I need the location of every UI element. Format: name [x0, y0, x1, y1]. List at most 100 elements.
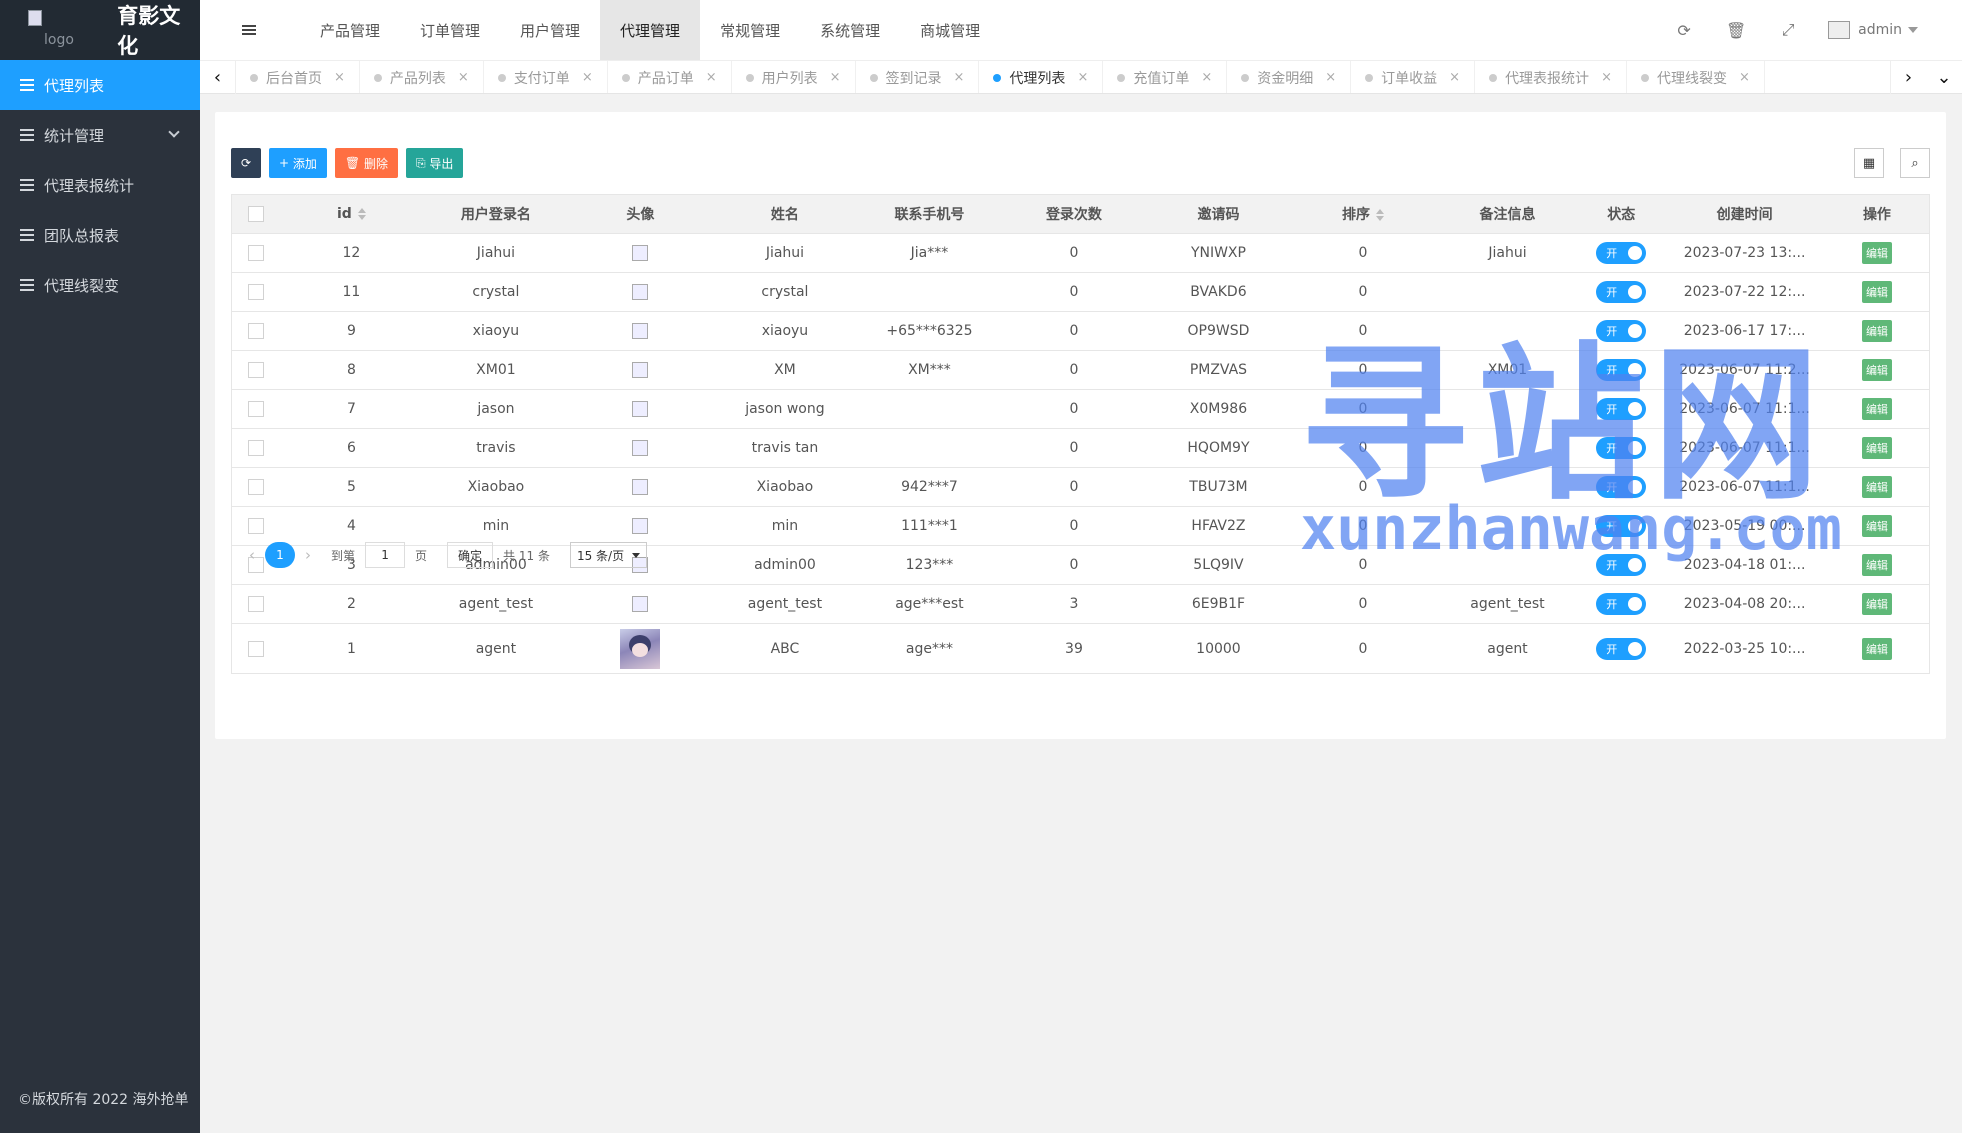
top-nav-item[interactable]: 产品管理 — [300, 0, 400, 60]
sidebar-item[interactable]: 代理线裂变 — [0, 260, 200, 310]
edit-button[interactable]: 编辑 — [1861, 398, 1892, 420]
edit-button[interactable]: 编辑 — [1861, 476, 1892, 498]
top-nav-item[interactable]: 代理管理 — [600, 0, 701, 60]
edit-button[interactable]: 编辑 — [1861, 320, 1892, 342]
column-header[interactable]: id — [280, 194, 423, 234]
prev-page-icon[interactable]: ‹ — [249, 546, 255, 564]
row-checkbox[interactable] — [248, 401, 265, 417]
select-all-checkbox[interactable] — [248, 206, 265, 222]
row-checkbox[interactable] — [248, 362, 265, 378]
close-icon[interactable]: × — [830, 70, 841, 85]
cell-name: Xiaobao — [711, 467, 859, 507]
close-icon[interactable]: × — [334, 70, 345, 85]
edit-button[interactable]: 编辑 — [1861, 359, 1892, 381]
add-button[interactable]: + 添加 — [269, 148, 327, 178]
broken-image-icon — [632, 479, 649, 495]
tab-dot-icon — [1640, 73, 1649, 82]
tab-menu-chevron-icon[interactable]: ⌄ — [1926, 61, 1962, 94]
sort-icon[interactable] — [1375, 209, 1384, 221]
sidebar-item[interactable]: 团队总报表 — [0, 210, 200, 260]
status-toggle[interactable]: 开 — [1596, 281, 1647, 303]
page-tab[interactable]: 充值订单 × — [1103, 61, 1228, 93]
avatar[interactable] — [1828, 21, 1851, 39]
tab-scroll-right-icon[interactable]: › — [1890, 61, 1926, 94]
edit-button[interactable]: 编辑 — [1861, 437, 1892, 459]
columns-grid-icon[interactable]: ▦ — [1854, 148, 1884, 178]
current-page[interactable]: 1 — [265, 542, 295, 568]
close-icon[interactable]: × — [1449, 70, 1460, 85]
status-toggle[interactable]: 开 — [1596, 242, 1647, 264]
edit-button[interactable]: 编辑 — [1861, 242, 1892, 264]
status-toggle[interactable]: 开 — [1596, 593, 1647, 615]
page-tab[interactable]: 产品订单 × — [608, 61, 732, 93]
close-icon[interactable]: × — [1201, 70, 1212, 85]
status-toggle[interactable]: 开 — [1596, 515, 1647, 537]
edit-button[interactable]: 编辑 — [1861, 281, 1892, 303]
sort-icon[interactable] — [357, 208, 366, 220]
row-checkbox[interactable] — [248, 640, 265, 657]
sidebar-item[interactable]: 代理列表 — [0, 60, 200, 110]
page-tab[interactable]: 用户列表 × — [732, 61, 856, 93]
list-icon — [20, 179, 34, 191]
page-tab[interactable]: 资金明细 × — [1227, 61, 1352, 93]
cell-invite: 6E9B1F — [1147, 584, 1290, 624]
page-tab[interactable]: 代理线裂变 × — [1627, 61, 1765, 93]
edit-button[interactable]: 编辑 — [1861, 637, 1892, 660]
top-nav-item[interactable]: 商城管理 — [900, 0, 1000, 60]
row-checkbox[interactable] — [248, 245, 265, 261]
top-nav-item[interactable]: 常规管理 — [700, 0, 800, 60]
page-tab[interactable]: 代理表报统计 × — [1475, 61, 1627, 93]
page-tab[interactable]: 后台首页 × — [236, 61, 360, 93]
close-icon[interactable]: × — [706, 70, 717, 85]
row-checkbox[interactable] — [248, 440, 265, 456]
edit-button[interactable]: 编辑 — [1861, 554, 1892, 576]
close-icon[interactable]: × — [1077, 70, 1088, 85]
top-nav-item[interactable]: 订单管理 — [400, 0, 500, 60]
page-size-select[interactable]: 15 条/页 — [569, 542, 648, 568]
menu-toggle-icon[interactable] — [242, 0, 282, 60]
status-toggle[interactable]: 开 — [1596, 637, 1647, 660]
row-checkbox[interactable] — [248, 518, 265, 534]
export-button[interactable]: ⎘ 导出 — [405, 148, 464, 178]
page-input[interactable]: 1 — [365, 542, 406, 568]
close-icon[interactable]: × — [1325, 70, 1336, 85]
row-checkbox[interactable] — [248, 323, 265, 339]
goto-confirm-button[interactable]: 确定 — [447, 542, 494, 568]
edit-button[interactable]: 编辑 — [1861, 593, 1892, 615]
close-icon[interactable]: × — [582, 70, 593, 85]
status-toggle[interactable]: 开 — [1596, 554, 1647, 576]
top-nav-item[interactable]: 用户管理 — [500, 0, 600, 60]
sidebar-item[interactable]: 代理表报统计 — [0, 160, 200, 210]
search-icon[interactable]: ⌕ — [1900, 148, 1930, 178]
status-toggle[interactable]: 开 — [1596, 437, 1647, 459]
column-header[interactable]: 排序 — [1289, 194, 1437, 234]
status-toggle[interactable]: 开 — [1596, 398, 1647, 420]
row-checkbox[interactable] — [248, 284, 265, 300]
row-checkbox[interactable] — [248, 596, 265, 612]
fullscreen-icon[interactable]: ⤢ — [1762, 0, 1814, 60]
refresh-icon[interactable]: ⟳ — [1658, 0, 1710, 60]
status-toggle[interactable]: 开 — [1596, 359, 1647, 381]
top-nav-item[interactable]: 系统管理 — [800, 0, 900, 60]
page-tab[interactable]: 支付订单 × — [484, 61, 608, 93]
edit-button[interactable]: 编辑 — [1861, 515, 1892, 537]
close-icon[interactable]: × — [458, 70, 469, 85]
page-tab[interactable]: 产品列表 × — [360, 61, 484, 93]
next-page-icon[interactable]: › — [305, 546, 311, 564]
page-tab[interactable]: 代理列表 × — [979, 61, 1104, 93]
refresh-button[interactable]: ⟳ — [231, 148, 261, 178]
caret-down-icon[interactable] — [1908, 27, 1918, 33]
close-icon[interactable]: × — [1739, 70, 1750, 85]
page-tab[interactable]: 签到记录 × — [856, 61, 980, 93]
status-toggle[interactable]: 开 — [1596, 476, 1647, 498]
trash-icon[interactable]: 🗑 — [1710, 0, 1762, 60]
admin-username[interactable]: admin — [1858, 22, 1902, 38]
sidebar-item[interactable]: 统计管理 — [0, 110, 200, 160]
delete-button[interactable]: 🗑 删除 — [334, 148, 398, 178]
close-icon[interactable]: × — [954, 70, 965, 85]
row-checkbox[interactable] — [248, 479, 265, 495]
tab-scroll-left-icon[interactable]: ‹ — [200, 61, 236, 94]
page-tab[interactable]: 订单收益 × — [1351, 61, 1476, 93]
close-icon[interactable]: × — [1601, 70, 1612, 85]
status-toggle[interactable]: 开 — [1596, 320, 1647, 342]
